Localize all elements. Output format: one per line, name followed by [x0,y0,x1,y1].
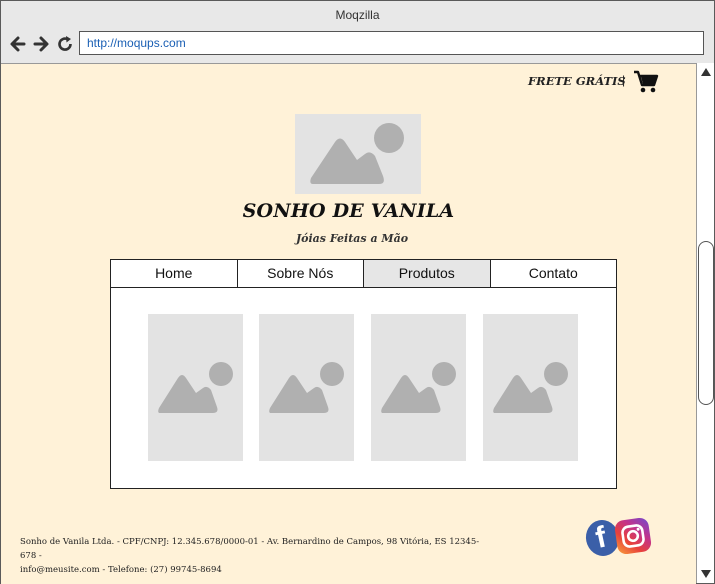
image-placeholder-icon [269,362,344,413]
vertical-scrollbar[interactable] [696,63,714,583]
brand-name: SONHO DE VANILA [242,200,455,222]
arrow-left-icon[interactable] [8,34,28,54]
footer-company-info: Sonho de Vanila Ltda. - CPF/CNPJ: 12.345… [20,535,490,577]
products-panel [110,287,617,489]
tab-home[interactable]: Home [111,260,238,287]
tab-produtos[interactable]: Produtos [364,260,491,287]
brand-tagline: Jóias Feitas a Mão [295,232,409,245]
reload-icon[interactable] [55,34,75,54]
header-separator: | [622,73,626,87]
scrollbar-thumb[interactable] [698,241,714,405]
tab-sobre-nos[interactable]: Sobre Nós [238,260,364,287]
image-placeholder-icon [310,123,404,184]
scroll-down-icon[interactable] [697,566,714,582]
tab-contato[interactable]: Contato [491,260,617,287]
shopping-cart-icon[interactable] [633,70,659,94]
product-image-placeholder[interactable] [259,314,354,461]
browser-toolbar: http://moqups.com [1,29,714,61]
main-nav: Home Sobre Nós Produtos Contato [110,259,617,288]
page-viewport: FRETE GRÁTIS | SONHO DE VANILA Jóias Fei… [1,63,696,584]
product-image-placeholder[interactable] [148,314,243,461]
product-image-placeholder[interactable] [371,314,466,461]
image-placeholder-icon [381,362,456,413]
instagram-icon[interactable] [613,516,653,556]
product-image-placeholder[interactable] [483,314,578,461]
footer-line: Sonho de Vanila Ltda. - CPF/CNPJ: 12.345… [20,537,480,561]
footer-line: info@meusite.com - Telefone: (27) 99745-… [20,565,222,575]
arrow-right-icon[interactable] [31,34,51,54]
browser-window: Moqzilla http://moqups.com FRETE GRÁTIS … [0,0,715,584]
image-placeholder-icon [493,362,568,413]
free-shipping-label: FRETE GRÁTIS [528,74,626,88]
logo-image-placeholder [295,114,421,194]
image-placeholder-icon [158,362,233,413]
url-input[interactable]: http://moqups.com [79,31,704,55]
window-title: Moqzilla [335,8,380,22]
social-links: f [582,516,653,560]
scroll-up-icon[interactable] [697,64,714,80]
